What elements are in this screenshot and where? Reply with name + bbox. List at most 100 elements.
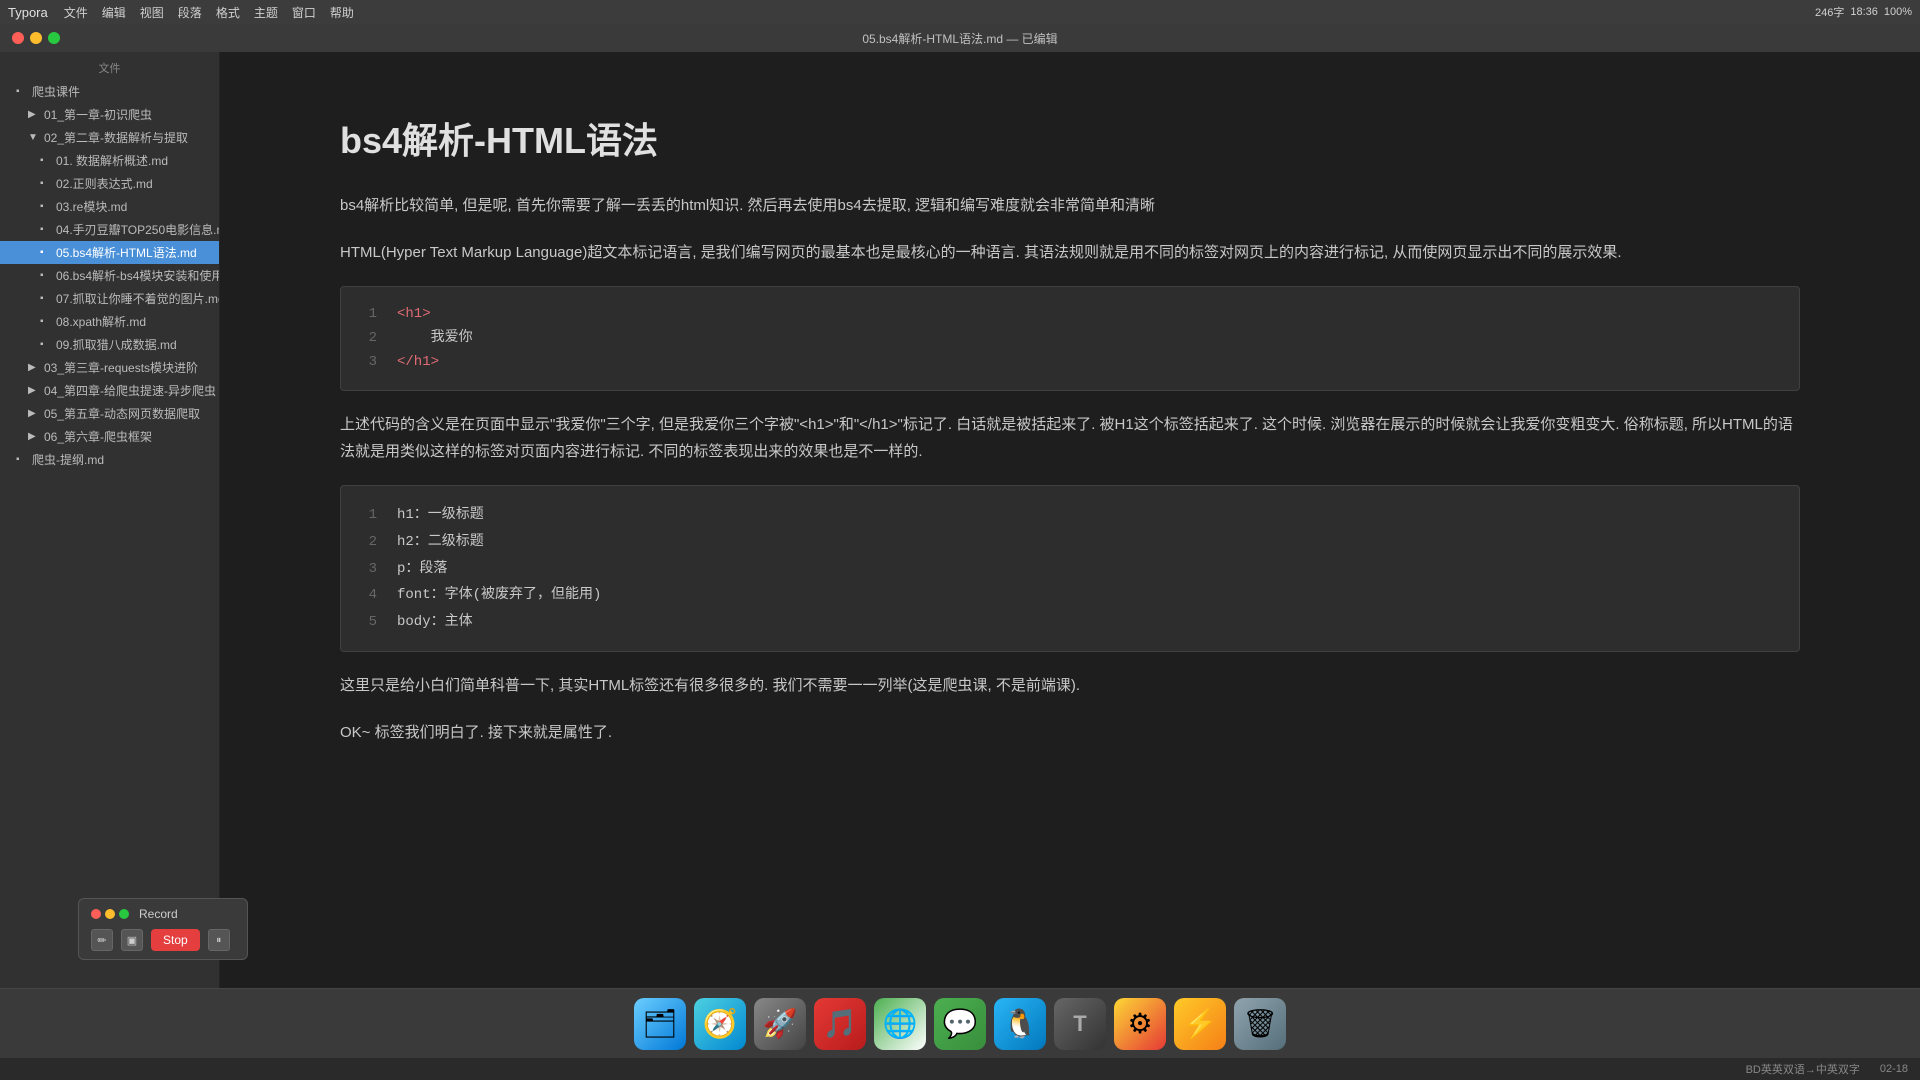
record-close-button[interactable] bbox=[91, 909, 101, 919]
dock-chrome[interactable]: 🌐 bbox=[874, 998, 926, 1050]
sidebar-label: 06_第六章-爬虫框架 bbox=[44, 428, 152, 445]
sidebar-item-f09[interactable]: ▪ 09.抓取猎八成数据.md bbox=[0, 333, 219, 356]
close-button[interactable] bbox=[12, 32, 24, 44]
list-content: h1：一级标题 bbox=[397, 502, 484, 529]
stop-button[interactable]: Stop bbox=[151, 929, 200, 951]
sidebar-item-ch03[interactable]: ▶ 03_第三章-requests模块进阶 bbox=[0, 356, 219, 379]
record-max-button[interactable] bbox=[119, 909, 129, 919]
menu-theme[interactable]: 主题 bbox=[254, 4, 278, 21]
sidebar-label: 04_第四章-给爬虫提速-异步爬虫 bbox=[44, 382, 216, 399]
sidebar-label: 08.xpath解析.md bbox=[56, 313, 146, 330]
time-display: 18:36 bbox=[1850, 6, 1878, 18]
pencil-button[interactable]: ✏ bbox=[91, 929, 113, 951]
sidebar: 文件 ▪ 爬虫课件 ▶ 01_第一章-初识爬虫 ▼ 02_第二章-数据解析与提取… bbox=[0, 52, 220, 988]
dock-qq[interactable]: 🐧 bbox=[994, 998, 1046, 1050]
file-icon: ▪ bbox=[40, 316, 52, 327]
menu-format[interactable]: 格式 bbox=[216, 4, 240, 21]
sidebar-label: 02_第二章-数据解析与提取 bbox=[44, 129, 188, 146]
sidebar-label: 01. 数据解析概述.md bbox=[56, 152, 168, 169]
code-block-1: 1 <h1> 2 我爱你 3 </h1> bbox=[340, 286, 1800, 391]
sidebar-item-ch02[interactable]: ▼ 02_第二章-数据解析与提取 bbox=[0, 126, 219, 149]
menu-window[interactable]: 窗口 bbox=[292, 4, 316, 21]
sidebar-label: 01_第一章-初识爬虫 bbox=[44, 106, 152, 123]
editor-area[interactable]: bs4解析-HTML语法 bs4解析比较简单, 但是呢, 首先你需要了解一丢丢的… bbox=[220, 52, 1920, 988]
electric-icon: ⚡ bbox=[1183, 1007, 1218, 1040]
record-title: Record bbox=[139, 907, 178, 921]
menu-view[interactable]: 视图 bbox=[140, 4, 164, 21]
code-content: 我爱你 bbox=[397, 327, 473, 351]
sidebar-item-f07[interactable]: ▪ 07.抓取让你睡不着觉的图片.md bbox=[0, 287, 219, 310]
folder-icon: ▪ bbox=[16, 86, 28, 97]
sidebar-item-f01[interactable]: ▪ 01. 数据解析概述.md bbox=[0, 149, 219, 172]
sidebar-item-f08[interactable]: ▪ 08.xpath解析.md bbox=[0, 310, 219, 333]
titlebar: 05.bs4解析-HTML语法.md — 已编辑 bbox=[0, 24, 1920, 52]
file-icon: ▪ bbox=[40, 270, 52, 281]
menu-paragraph[interactable]: 段落 bbox=[178, 4, 202, 21]
sidebar-item-ch05[interactable]: ▶ 05_第五章-动态网页数据爬取 bbox=[0, 402, 219, 425]
file-icon: ▪ bbox=[40, 224, 52, 235]
record-panel: Record ✏ ▣ Stop ⏸ bbox=[78, 898, 248, 960]
chevron-right-icon: ▶ bbox=[28, 408, 40, 419]
paragraph-5: OK~ 标签我们明白了. 接下来就是属性了. bbox=[340, 719, 1800, 746]
menu-help[interactable]: 帮助 bbox=[330, 4, 354, 21]
sidebar-item-ch06[interactable]: ▶ 06_第六章-爬虫框架 bbox=[0, 425, 219, 448]
sidebar-item-ch01[interactable]: ▶ 01_第一章-初识爬虫 bbox=[0, 103, 219, 126]
dock-safari[interactable]: 🧭 bbox=[694, 998, 746, 1050]
sidebar-item-f06[interactable]: ▪ 06.bs4解析-bs4模块安装和使用.md bbox=[0, 264, 219, 287]
sidebar-label: 02.正则表达式.md bbox=[56, 175, 153, 192]
list-line-3: 3 p：段落 bbox=[361, 556, 1779, 583]
sidebar-item-f03[interactable]: ▪ 03.re模块.md bbox=[0, 195, 219, 218]
qq-icon: 🐧 bbox=[1003, 1007, 1038, 1040]
chevron-right-icon: ▶ bbox=[28, 431, 40, 442]
sidebar-label: 爬虫-提纲.md bbox=[32, 451, 104, 468]
paragraph-4: 这里只是给小白们简单科普一下, 其实HTML标签还有很多很多的. 我们不需要一一… bbox=[340, 672, 1800, 699]
menu-edit[interactable]: 编辑 bbox=[102, 4, 126, 21]
dock-launchpad[interactable]: 🚀 bbox=[754, 998, 806, 1050]
sidebar-item-f02[interactable]: ▪ 02.正则表达式.md bbox=[0, 172, 219, 195]
square-button[interactable]: ▣ bbox=[121, 929, 143, 951]
maximize-button[interactable] bbox=[48, 32, 60, 44]
dock-music[interactable]: 🎵 bbox=[814, 998, 866, 1050]
statusbar-right: BD英英双语→中英双字 02-18 bbox=[1746, 1061, 1908, 1077]
chevron-right-icon: ▶ bbox=[28, 385, 40, 396]
chevron-right-icon: ▶ bbox=[28, 109, 40, 120]
dock-electric[interactable]: ⚡ bbox=[1174, 998, 1226, 1050]
dock-typora[interactable]: T bbox=[1054, 998, 1106, 1050]
code-line-2: 2 我爱你 bbox=[361, 327, 1779, 351]
window-title: 05.bs4解析-HTML语法.md — 已编辑 bbox=[862, 30, 1057, 47]
dock-pycharm[interactable]: ⚙ bbox=[1114, 998, 1166, 1050]
list-line-1: 1 h1：一级标题 bbox=[361, 502, 1779, 529]
sidebar-label: 07.抓取让你睡不着觉的图片.md bbox=[56, 290, 219, 307]
sidebar-item-crawl-course[interactable]: ▪ 爬虫课件 bbox=[0, 80, 219, 103]
sidebar-item-f04[interactable]: ▪ 04.手刃豆瓣TOP250电影信息.md bbox=[0, 218, 219, 241]
dock-finder[interactable]: 🗂 bbox=[634, 998, 686, 1050]
dock-wechat[interactable]: 💬 bbox=[934, 998, 986, 1050]
file-icon: ▪ bbox=[40, 201, 52, 212]
date-display: 02-18 bbox=[1880, 1063, 1908, 1075]
file-icon: ▪ bbox=[40, 247, 52, 258]
line-number: 3 bbox=[361, 351, 377, 375]
file-icon: ▪ bbox=[40, 178, 52, 189]
menu-file[interactable]: 文件 bbox=[64, 4, 88, 21]
sidebar-label: 05.bs4解析-HTML语法.md bbox=[56, 244, 197, 261]
safari-icon: 🧭 bbox=[703, 1007, 738, 1040]
code-line-3: 3 </h1> bbox=[361, 351, 1779, 375]
sidebar-item-f05[interactable]: ▪ 05.bs4解析-HTML语法.md bbox=[0, 241, 219, 264]
sidebar-item-ch04[interactable]: ▶ 04_第四章-给爬虫提速-异步爬虫 bbox=[0, 379, 219, 402]
list-line-5: 5 body：主体 bbox=[361, 609, 1779, 636]
statusbar: BD英英双语→中英双字 02-18 bbox=[0, 1058, 1920, 1080]
minimize-button[interactable] bbox=[30, 32, 42, 44]
sidebar-item-main[interactable]: ▪ 爬虫-提纲.md bbox=[0, 448, 219, 471]
sidebar-label: 05_第五章-动态网页数据爬取 bbox=[44, 405, 200, 422]
line-number: 1 bbox=[361, 303, 377, 327]
main-layout: 文件 ▪ 爬虫课件 ▶ 01_第一章-初识爬虫 ▼ 02_第二章-数据解析与提取… bbox=[0, 52, 1920, 988]
chrome-icon: 🌐 bbox=[883, 1007, 918, 1040]
typora-icon: T bbox=[1073, 1011, 1086, 1037]
pause-button[interactable]: ⏸ bbox=[208, 929, 230, 951]
dock-trash[interactable]: 🗑 bbox=[1234, 998, 1286, 1050]
app-name: Typora bbox=[8, 5, 48, 20]
doc-title: bs4解析-HTML语法 bbox=[340, 112, 1800, 164]
dock: 🗂 🧭 🚀 🎵 🌐 💬 🐧 T ⚙ ⚡ 🗑 bbox=[0, 988, 1920, 1058]
record-min-button[interactable] bbox=[105, 909, 115, 919]
file-icon: ▪ bbox=[40, 155, 52, 166]
